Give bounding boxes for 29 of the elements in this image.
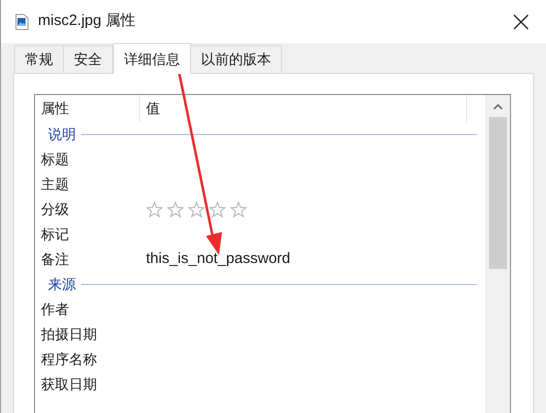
tab[interactable]: 以前的版本	[190, 45, 282, 73]
property-name: 分级	[40, 200, 70, 219]
tab[interactable]: 常规	[14, 45, 64, 73]
property-name: 备注	[40, 250, 70, 269]
property-value: this_is_not_password	[145, 249, 290, 270]
star-icon[interactable]	[188, 201, 205, 218]
property-name: 主题	[40, 175, 70, 194]
column-header[interactable]: 值	[140, 95, 467, 122]
property-name: 拍摄日期	[40, 325, 98, 344]
star-icon[interactable]	[167, 201, 184, 218]
scroll-up-icon[interactable]	[492, 103, 502, 110]
column-header[interactable]: 属性	[35, 95, 140, 122]
image-file-icon	[15, 14, 29, 30]
star-icon[interactable]	[230, 201, 247, 218]
star-icon[interactable]	[209, 201, 226, 218]
tab[interactable]: 详细信息	[113, 43, 191, 74]
property-name: 作者	[40, 300, 70, 319]
scrollbar[interactable]	[485, 95, 510, 413]
close-icon	[513, 14, 529, 30]
tab[interactable]: 安全	[63, 45, 113, 73]
property-name: 获取日期	[40, 375, 98, 394]
property-name: 程序名称	[40, 350, 98, 369]
property-name: 标题	[40, 150, 70, 169]
group-header: 说明	[48, 125, 76, 144]
group-header: 来源	[48, 275, 76, 294]
scrollbar-thumb[interactable]	[488, 117, 506, 269]
star-icon[interactable]	[146, 201, 163, 218]
window-title: misc2.jpg 属性	[38, 11, 136, 32]
property-name: 标记	[40, 225, 70, 244]
